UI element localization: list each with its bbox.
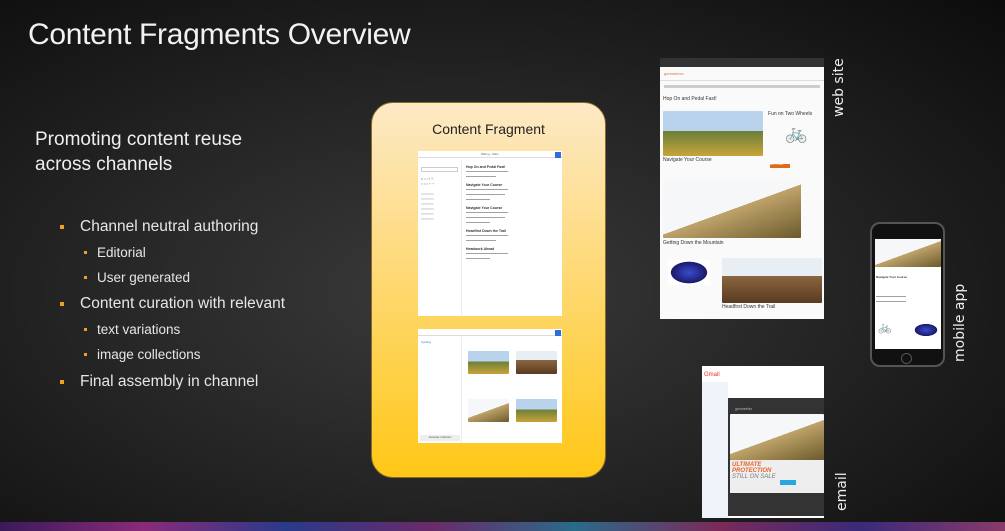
label-mobile-app: mobile app (952, 283, 968, 362)
bullet-marker (60, 380, 64, 384)
bike-image: 🚲 (878, 322, 892, 334)
mobile-heading: Navigate Your Course (876, 275, 908, 279)
bullet-marker (60, 225, 64, 229)
email-image (730, 414, 824, 460)
website-image (663, 181, 801, 238)
bullet-marker (84, 328, 87, 331)
fragment-editor-screenshot: Biking - Main B I U ¶ ☰ ≡ ≡ ≡ ↶ ↷ ━━━━━━━ ━… (418, 151, 562, 316)
slide-title: Content Fragments Overview (28, 18, 411, 51)
bullet-item: User generated (84, 270, 191, 285)
bullet-item: text variations (84, 322, 181, 337)
mobile-screen: Navigate Your Course ▬▬▬▬▬▬▬▬▬▬ ▬▬▬▬▬▬▬▬▬… (875, 239, 941, 349)
bullet-text: Content curation with relevant (80, 295, 286, 312)
bullet-item: Content curation with relevant (60, 295, 286, 313)
collection-name: Cycling (421, 340, 431, 344)
bullet-item: Editorial (84, 245, 146, 260)
bullet-text: image collections (97, 347, 201, 362)
bullet-text: Editorial (97, 245, 146, 260)
editor-toolbar: Biking - Main (418, 151, 562, 158)
collection-image (468, 351, 509, 374)
decorative-strip (0, 522, 1005, 531)
subtitle-line: Promoting content reuse (35, 129, 243, 150)
bullet-marker (84, 353, 87, 356)
bullet-marker (60, 302, 64, 306)
website-brand: geometrixx (660, 67, 824, 81)
website-heading: Headfirst Down the Trail (722, 304, 776, 310)
associate-collection-button: Associate Collection (420, 435, 460, 441)
content-fragment-card: Content Fragment Biking - Main B I U ¶ ☰… (371, 102, 606, 478)
subtitle-line: across channels (35, 154, 173, 175)
add-to-cart-button: ADD TO CART (770, 164, 790, 168)
website-heading: Getting Down the Mountain (663, 240, 724, 246)
bullet-marker (84, 251, 87, 254)
collection-sidebar: Cycling Associate Collection (418, 337, 462, 443)
helmet-image (913, 323, 939, 337)
editor-body: Hop On and Pedal Fast! ▬▬▬▬▬▬▬▬▬▬▬▬▬▬ ▬▬▬▬… (466, 161, 558, 261)
label-web-site: web site (831, 58, 847, 117)
bike-image: 🚲 (785, 123, 808, 143)
home-button (901, 353, 912, 364)
bullet-text: Channel neutral authoring (80, 218, 259, 235)
website-screenshot: geometrixx Hop On and Pedal Fast! Fun on… (660, 58, 824, 319)
editor-sidebar: B I U ¶ ☰ ≡ ≡ ≡ ↶ ↷ ━━━━━━━ ━━━━━━━ ━━━━━━━ ━… (418, 159, 462, 316)
email-screenshot: Gmail geometrixx ULTIMATE PROTECTION STI… (702, 366, 824, 518)
website-heading: Navigate Your Course (663, 157, 712, 163)
bullet-item: image collections (84, 347, 201, 362)
bullet-text: Final assembly in channel (80, 373, 259, 390)
collection-image (516, 351, 557, 374)
website-side-heading: Fun on Two Wheels (768, 111, 813, 117)
bullet-text: text variations (97, 322, 181, 337)
gmail-logo: Gmail (704, 372, 720, 378)
collection-image (516, 399, 557, 422)
phone-frame: Navigate Your Course ▬▬▬▬▬▬▬▬▬▬ ▬▬▬▬▬▬▬▬▬… (870, 222, 945, 367)
slide-subtitle: Promoting content reuse across channels (35, 127, 242, 177)
helmet-image (668, 260, 710, 285)
card-title: Content Fragment (432, 121, 545, 137)
bullet-text: User generated (97, 270, 191, 285)
fragment-collection-screenshot: Cycling Associate Collection (418, 329, 562, 443)
website-headline: Hop On and Pedal Fast! (663, 96, 717, 102)
collection-image (468, 399, 509, 422)
promo-line: STILL ON SALE (732, 474, 776, 480)
website-image (663, 111, 763, 156)
email-promo: ULTIMATE PROTECTION STILL ON SALE (730, 460, 824, 493)
bullet-marker (84, 276, 87, 279)
done-button (555, 330, 561, 336)
bullet-item: Final assembly in channel (60, 373, 259, 391)
label-email: email (834, 472, 850, 511)
bullet-item: Channel neutral authoring (60, 218, 259, 236)
mobile-image (875, 239, 941, 267)
email-brand: geometrixx (735, 407, 753, 411)
done-button (555, 152, 561, 158)
website-image (722, 258, 822, 303)
